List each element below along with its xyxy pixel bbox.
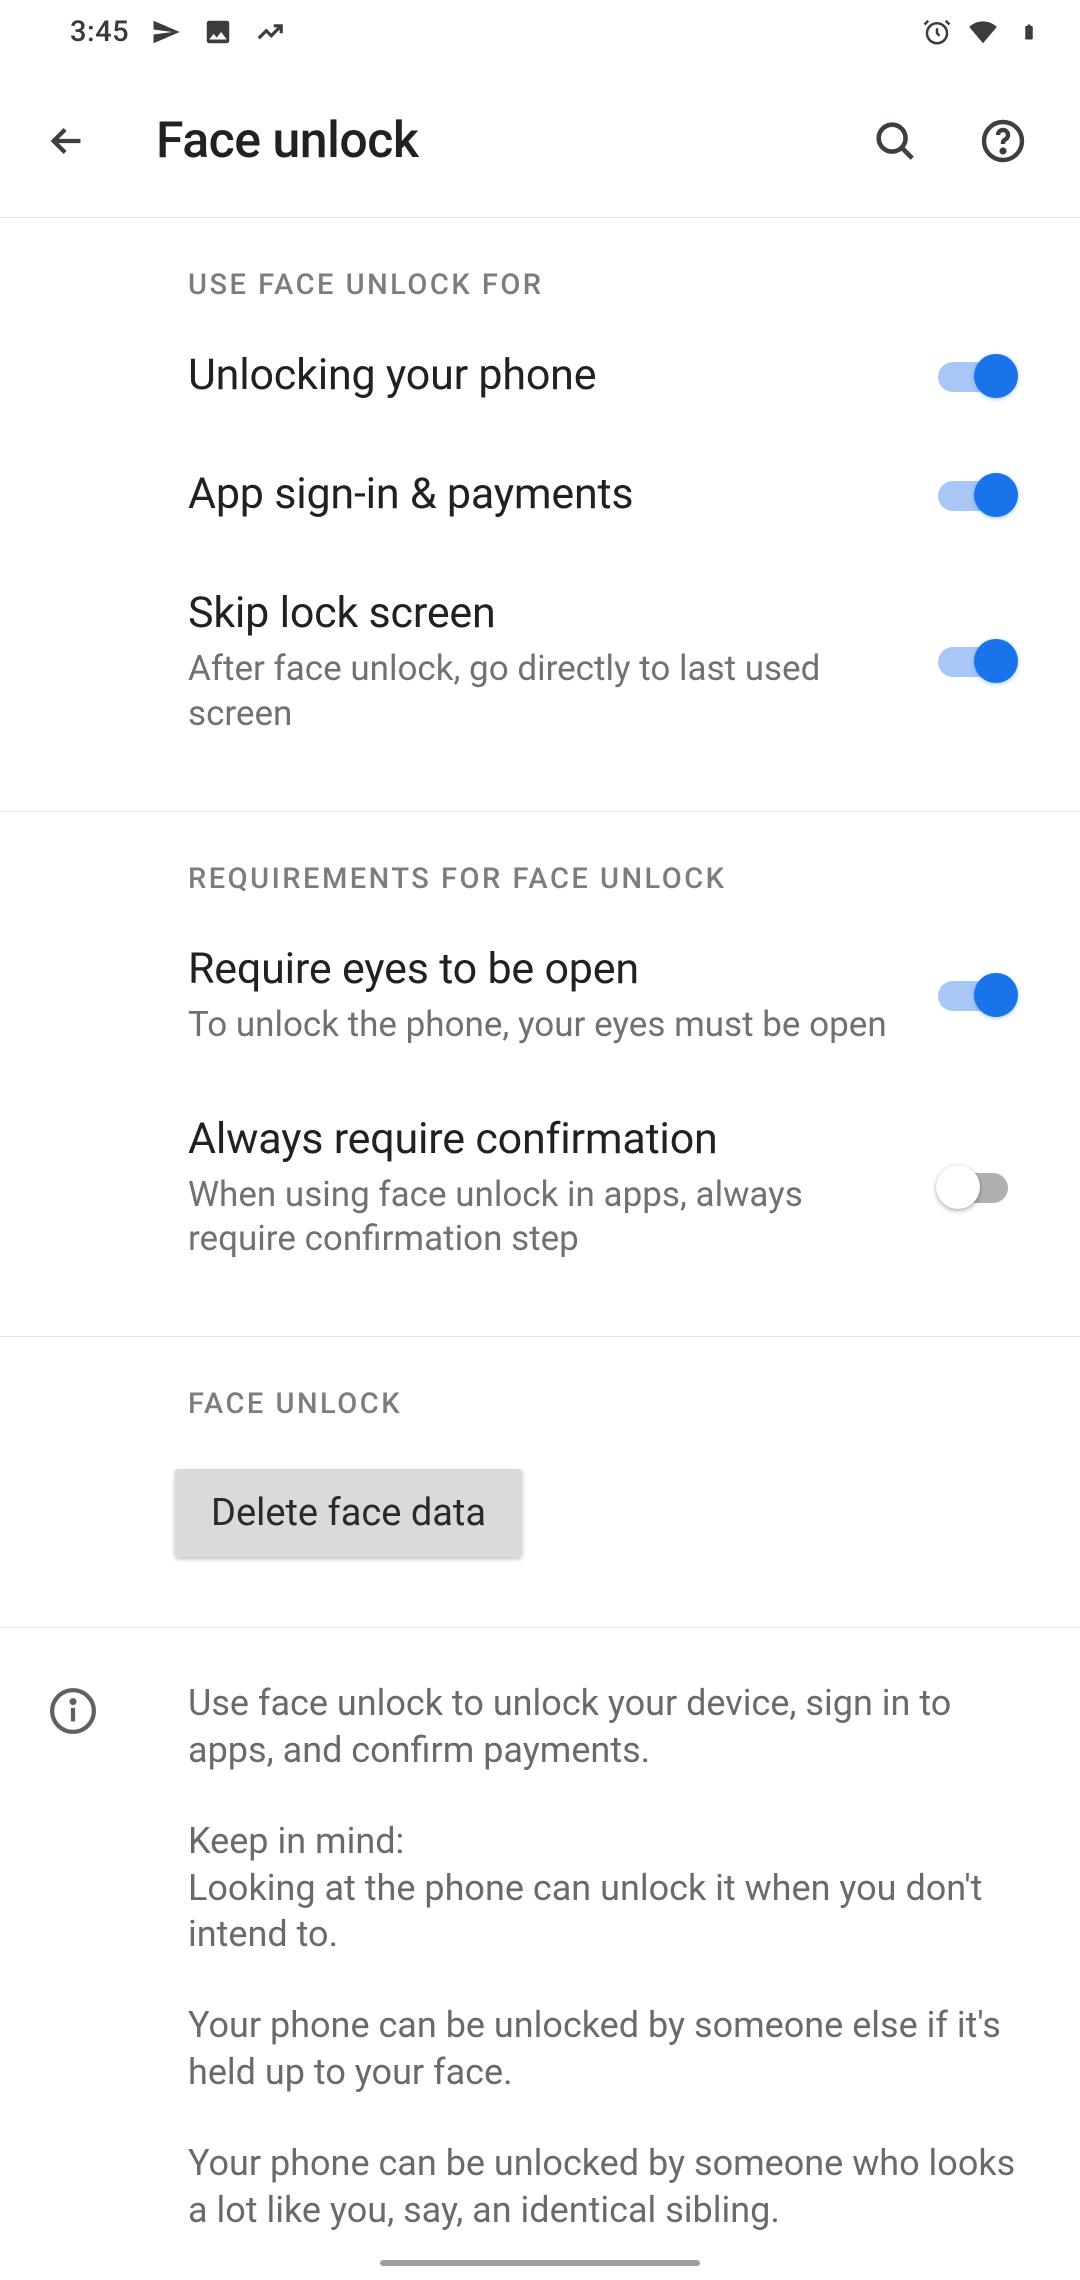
row-subtitle: When using face unlock in apps, always r… [188, 1173, 898, 1263]
section-header: FACE UNLOCK [0, 1337, 1080, 1435]
row-title: Always require confirmation [188, 1112, 898, 1167]
image-icon [203, 17, 233, 47]
content: USE FACE UNLOCK FOR Unlocking your phone… [0, 218, 1080, 2277]
switch-app-signin[interactable] [938, 473, 1016, 517]
send-icon [151, 17, 181, 47]
battery-icon [1014, 17, 1044, 47]
row-title: Skip lock screen [188, 586, 898, 641]
info-icon [48, 1686, 98, 2277]
status-time: 3:45 [70, 15, 129, 49]
alarm-icon [922, 17, 952, 47]
search-button[interactable] [858, 104, 932, 178]
row-require-confirmation[interactable]: Always require confirmation When using f… [0, 1080, 1080, 1295]
section-requirements: REQUIREMENTS FOR FACE UNLOCK Require eye… [0, 812, 1080, 1337]
section-header: REQUIREMENTS FOR FACE UNLOCK [0, 812, 1080, 910]
row-subtitle: After face unlock, go directly to last u… [188, 647, 898, 737]
nav-indicator[interactable] [380, 2260, 700, 2266]
status-bar: 3:45 [0, 0, 1080, 64]
section-face-unlock-delete: FACE UNLOCK Delete face data [0, 1337, 1080, 1628]
row-title: App sign-in & payments [188, 467, 898, 522]
section-header: USE FACE UNLOCK FOR [0, 218, 1080, 316]
row-app-signin[interactable]: App sign-in & payments [0, 435, 1080, 554]
info-section: Use face unlock to unlock your device, s… [0, 1628, 1080, 2277]
wifi-icon [968, 17, 998, 47]
row-title: Require eyes to be open [188, 942, 898, 997]
switch-skip-lockscreen[interactable] [938, 639, 1016, 683]
page-title: Face unlock [156, 112, 824, 170]
row-title: Unlocking your phone [188, 348, 898, 403]
delete-face-data-button[interactable]: Delete face data [175, 1469, 522, 1557]
info-p2: Keep in mind:Looking at the phone can un… [188, 1818, 1034, 1958]
back-button[interactable] [32, 106, 102, 176]
row-subtitle: To unlock the phone, your eyes must be o… [188, 1003, 898, 1048]
info-p3: Your phone can be unlocked by someone el… [188, 2002, 1034, 2096]
row-unlocking-phone[interactable]: Unlocking your phone [0, 316, 1080, 435]
row-skip-lockscreen[interactable]: Skip lock screen After face unlock, go d… [0, 554, 1080, 769]
help-button[interactable] [966, 104, 1040, 178]
info-text: Use face unlock to unlock your device, s… [188, 1680, 1034, 2277]
trending-icon [255, 17, 285, 47]
section-use-for: USE FACE UNLOCK FOR Unlocking your phone… [0, 218, 1080, 812]
row-eyes-open[interactable]: Require eyes to be open To unlock the ph… [0, 910, 1080, 1080]
switch-unlocking-phone[interactable] [938, 354, 1016, 398]
app-bar: Face unlock [0, 64, 1080, 218]
info-p1: Use face unlock to unlock your device, s… [188, 1680, 1034, 1774]
info-p4: Your phone can be unlocked by someone wh… [188, 2140, 1034, 2234]
switch-eyes-open[interactable] [938, 973, 1016, 1017]
switch-require-confirmation[interactable] [938, 1165, 1016, 1209]
